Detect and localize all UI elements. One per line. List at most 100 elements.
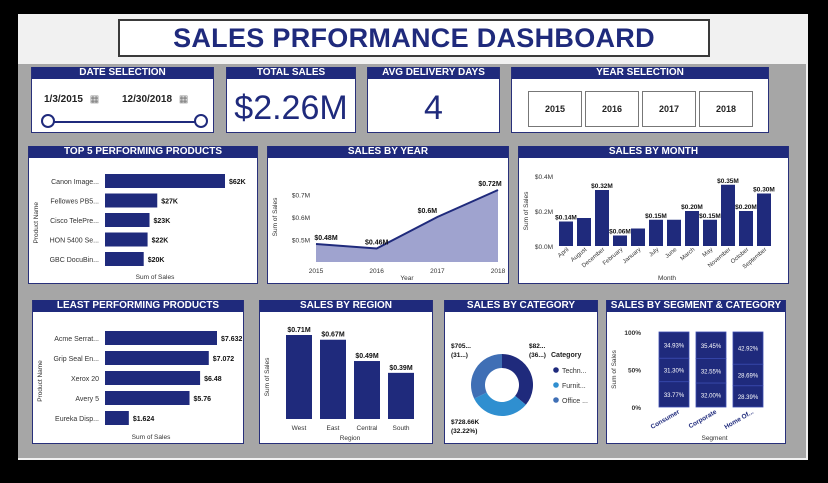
x-tick-label: South	[393, 425, 410, 432]
year-button-2015[interactable]: 2015	[528, 91, 582, 127]
legend-marker	[553, 382, 559, 388]
date-range-slider-track[interactable]	[50, 121, 200, 123]
data-label: $0.32M	[591, 183, 613, 190]
data-label: $705...	[451, 343, 471, 350]
data-label: $62K	[229, 179, 246, 186]
bar	[354, 361, 380, 419]
date-slider-start-handle[interactable]	[41, 114, 55, 128]
x-tick-label: June	[664, 247, 678, 260]
data-label: $20K	[148, 257, 165, 264]
sales-by-month-chart: $0.0M$0.2M$0.4M$0.14MApril August$0.32MDe…	[523, 174, 775, 282]
data-label: $728.66K	[451, 419, 479, 426]
x-tick-label: West	[292, 425, 307, 432]
data-label: 31.30%	[664, 368, 685, 374]
y-tick-label: $0.7M	[292, 193, 310, 200]
bar	[105, 252, 144, 266]
category-label: Fellowes PB5...	[50, 199, 99, 206]
data-label: $0.15M	[645, 213, 667, 220]
data-label: $23K	[154, 218, 171, 225]
date-slider-end-handle[interactable]	[194, 114, 208, 128]
bar	[105, 371, 201, 385]
sales-by-segment-chart: 0% 50% 100% 33.77% 31.30% 34.93% Consumer 32.00…	[611, 330, 764, 442]
x-axis-title: Region	[340, 435, 361, 442]
calendar-icon[interactable]: ▦	[179, 94, 188, 105]
data-label: $5.76	[194, 396, 212, 403]
y-axis-title: Product Name	[33, 202, 40, 244]
bar	[105, 174, 225, 188]
year-button-2016[interactable]: 2016	[585, 91, 639, 127]
y-axis-title: Sum of Sales	[523, 191, 530, 230]
top5-products-card: TOP 5 PERFORMING PRODUCTS Canon Image...…	[28, 146, 258, 284]
data-label: $0.72M	[478, 181, 502, 188]
bar	[105, 213, 150, 227]
data-label: $0.46M	[365, 240, 389, 247]
data-label: $0.67M	[321, 332, 345, 339]
bar	[721, 184, 735, 246]
year-button-2018[interactable]: 2018	[699, 91, 753, 127]
sales-by-category-chart: $82... (36...) $705... (31...) $728.66K (32.2…	[451, 343, 588, 435]
data-label: 35.45%	[701, 344, 722, 350]
legend-label: Office ...	[562, 398, 588, 405]
data-label: $0.14M	[555, 215, 577, 222]
date-selection-title: DATE SELECTION	[32, 67, 213, 79]
x-tick-label: 2017	[430, 268, 445, 275]
x-tick-label: April	[557, 247, 570, 259]
bar	[105, 391, 190, 405]
year-selection-card: YEAR SELECTION 2015 2016 2017 2018	[511, 67, 769, 133]
start-date-field[interactable]: 1/3/2015 ▦	[44, 94, 99, 105]
bar	[105, 193, 158, 208]
y-axis-title: Sum of Sales	[272, 197, 279, 236]
x-axis-title: Month	[658, 275, 676, 282]
calendar-icon[interactable]: ▦	[90, 94, 99, 105]
data-label: $0.39M	[389, 365, 413, 372]
data-label: $7.632	[221, 336, 243, 343]
category-label: GBC DocuBin...	[50, 257, 99, 264]
data-label: $0.20M	[681, 204, 703, 211]
bar	[105, 232, 148, 247]
x-tick-label: Central	[357, 425, 379, 432]
total-sales-title: TOTAL SALES	[227, 67, 355, 79]
legend-title: Category	[551, 352, 581, 359]
bar	[613, 235, 627, 246]
top5-products-title: TOP 5 PERFORMING PRODUCTS	[29, 146, 257, 158]
y-tick-label: $0.6M	[292, 215, 310, 222]
x-tick-label: 2015	[309, 268, 324, 275]
data-label: $22K	[152, 238, 169, 245]
data-label: $0.06M	[609, 229, 631, 236]
end-date-field[interactable]: 12/30/2018 ▦	[122, 94, 188, 105]
least-products-chart: Acme Serrat... $7.632 Grip Seal En... $7.07…	[37, 331, 243, 441]
avg-delivery-title: AVG DELIVERY DAYS	[368, 67, 499, 79]
dashboard-title: SALES PRFORMANCE DASHBOARD	[173, 22, 655, 53]
category-label: Avery 5	[75, 396, 99, 403]
least-products-card: LEAST PERFORMING PRODUCTS Acme Serrat...…	[32, 300, 244, 444]
x-axis-title: Sum of Sales	[136, 274, 175, 281]
data-label: 42.92%	[738, 347, 759, 353]
bar	[388, 372, 414, 419]
bar	[320, 339, 346, 419]
bar	[667, 219, 681, 246]
category-label: Xerox 20	[71, 376, 99, 383]
x-tick-label: East	[326, 425, 339, 432]
bar	[286, 335, 312, 419]
data-label: $0.35M	[717, 178, 739, 185]
data-label: $0.48M	[314, 235, 338, 242]
category-label: HON 5400 Se...	[50, 238, 99, 245]
x-tick-label: Home Of...	[723, 409, 755, 431]
bar	[595, 190, 609, 246]
y-tick-label: $0.5M	[292, 238, 310, 245]
bar	[105, 351, 209, 365]
x-axis-title: Segment	[701, 435, 727, 442]
sales-by-segment-title: SALES BY SEGMENT & CATEGORY	[607, 300, 785, 312]
y-tick-label: $0.4M	[535, 174, 553, 181]
bar	[577, 218, 591, 246]
sales-by-month-title: SALES BY MONTH	[519, 146, 788, 158]
x-axis-title: Sum of Sales	[132, 434, 171, 441]
data-label: $0.49M	[355, 353, 379, 360]
x-tick-label: March	[680, 247, 697, 262]
category-label: Grip Seal En...	[53, 356, 99, 363]
year-button-2017[interactable]: 2017	[642, 91, 696, 127]
bar	[105, 411, 129, 425]
data-label: 28.69%	[738, 373, 759, 379]
sales-by-category-title: SALES BY CATEGORY	[445, 300, 597, 312]
sales-by-region-chart: $0.71M West $0.67M East $0.49M Central $0.39M S…	[264, 327, 414, 442]
